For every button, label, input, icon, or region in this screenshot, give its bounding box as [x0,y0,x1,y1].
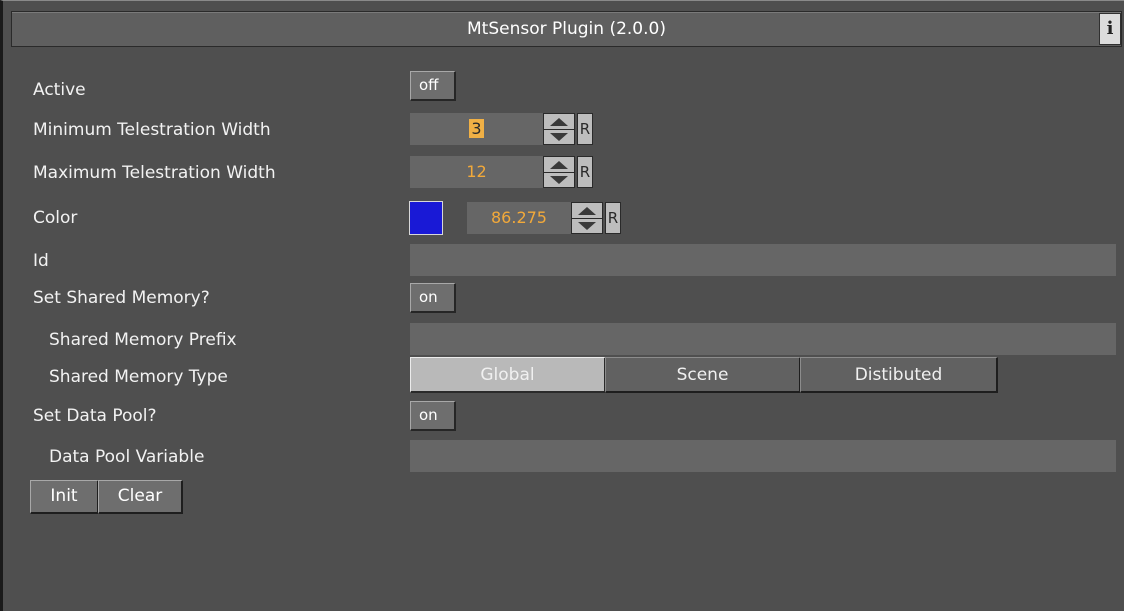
plugin-panel: MtSensor Plugin (2.0.0) i Active off Min… [0,0,1124,611]
max-width-spinner[interactable] [543,156,575,188]
spin-up-icon[interactable] [572,203,602,219]
min-width-value: 3 [469,119,484,138]
shared-memory-type-scene[interactable]: Scene [605,357,801,393]
spin-up-icon[interactable] [544,114,574,130]
color-swatch[interactable] [409,201,443,235]
shared-memory-type-distributed[interactable]: Distibuted [800,357,998,393]
set-data-pool-label: Set Data Pool? [33,406,157,426]
shared-memory-type-global[interactable]: Global [410,357,606,393]
max-width-reset-button[interactable]: R [577,156,593,188]
clear-button[interactable]: Clear [98,480,183,514]
id-label: Id [33,251,49,271]
min-width-field[interactable]: 3 [410,113,543,145]
spin-down-icon[interactable] [544,172,574,187]
active-label: Active [33,80,86,100]
spin-down-icon[interactable] [572,218,602,233]
data-pool-variable-label: Data Pool Variable [49,447,205,467]
shared-memory-type-label: Shared Memory Type [49,367,228,387]
shared-memory-prefix-input[interactable] [410,323,1116,355]
info-icon[interactable]: i [1099,13,1121,45]
panel-title: MtSensor Plugin (2.0.0) [467,19,666,39]
spin-up-icon[interactable] [544,157,574,173]
color-label: Color [33,208,78,228]
color-alpha-field[interactable]: 86.275 [467,202,571,234]
data-pool-variable-input[interactable] [410,440,1116,472]
min-width-label: Minimum Telestration Width [33,120,271,140]
active-toggle[interactable]: off [410,71,456,101]
id-input[interactable] [410,244,1116,276]
max-width-field[interactable]: 12 [410,156,543,188]
init-button[interactable]: Init [30,480,99,514]
set-shared-memory-toggle[interactable]: on [410,283,456,313]
min-width-spinner[interactable] [543,113,575,145]
set-data-pool-toggle[interactable]: on [410,401,456,431]
spin-down-icon[interactable] [544,129,574,144]
max-width-label: Maximum Telestration Width [33,163,276,183]
shared-memory-prefix-label: Shared Memory Prefix [49,330,237,350]
set-shared-memory-label: Set Shared Memory? [33,288,210,308]
color-spinner[interactable] [571,202,603,234]
color-reset-button[interactable]: R [605,202,621,234]
title-bar: MtSensor Plugin (2.0.0) i [11,11,1122,47]
min-width-reset-button[interactable]: R [577,113,593,145]
